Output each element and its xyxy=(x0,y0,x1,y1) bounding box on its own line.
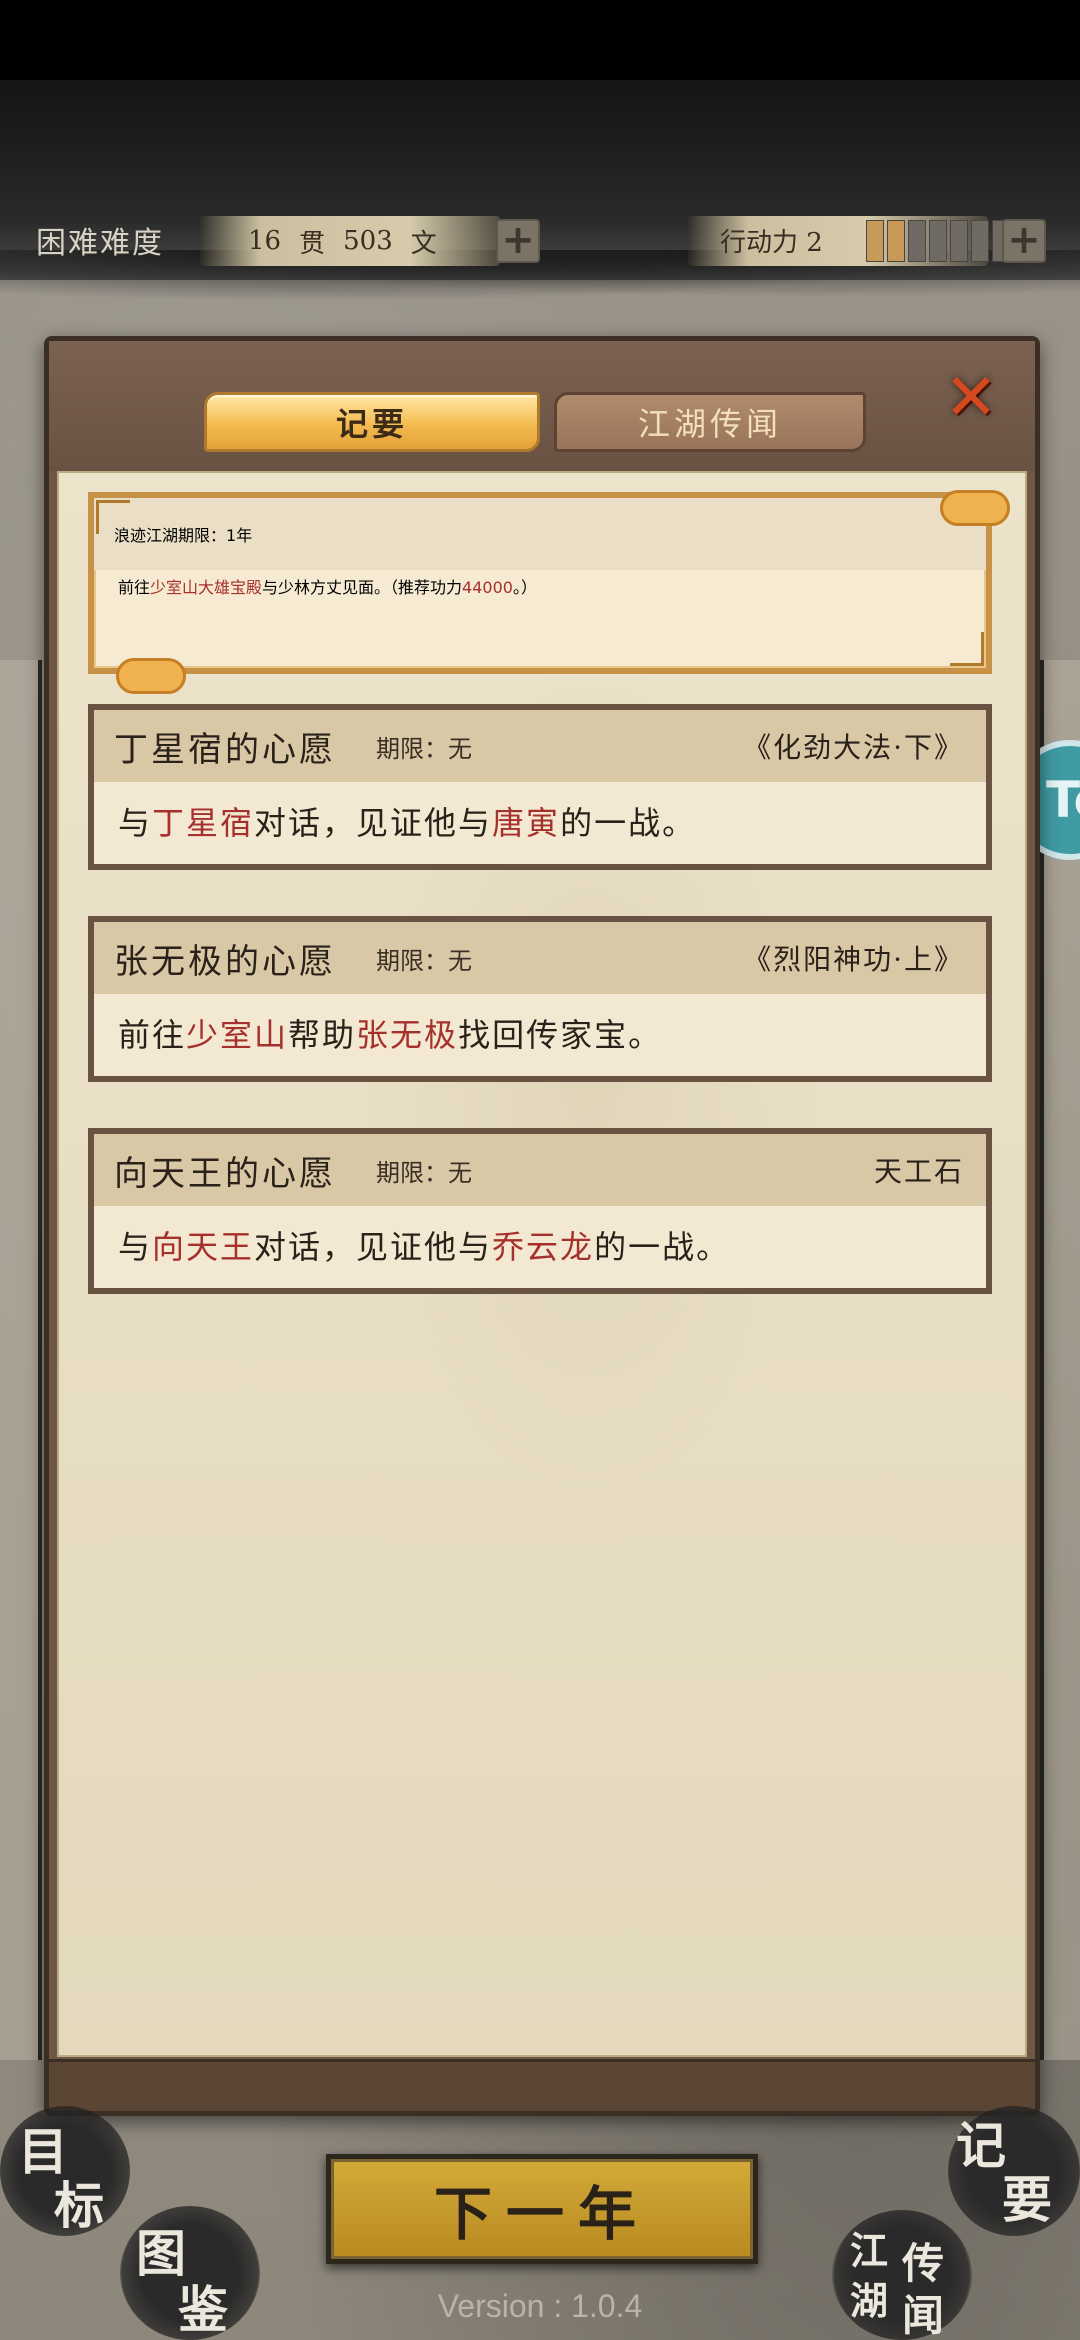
corner-ornament xyxy=(96,500,130,534)
panel-footer xyxy=(49,2059,1035,2111)
action-segment xyxy=(929,220,947,262)
desc-text: 帮助 xyxy=(288,1016,357,1054)
quest-reward: 《化劲大法·下》 xyxy=(743,731,964,764)
difficulty-label: 困难难度 xyxy=(36,226,164,261)
action-points-segments xyxy=(866,220,1010,262)
quest-title: 向天王的心愿 xyxy=(114,1153,336,1194)
quest-card[interactable]: 张无极的心愿 期限：无 《烈阳神功·上》 前往少室山帮助张无极找回传家宝。 xyxy=(88,916,992,1082)
panel-header xyxy=(49,341,1035,471)
desc-npc: 丁星宿 xyxy=(152,804,255,842)
money-wen-value: 503 xyxy=(343,226,393,256)
quest-description: 与向天王对话，见证他与乔云龙的一战。 xyxy=(94,1206,986,1288)
tab-notes[interactable]: 记要 xyxy=(204,392,540,452)
desc-text: 的一战。 xyxy=(560,804,697,842)
status-bar-area xyxy=(0,0,1080,80)
quest-reward: 天工石 xyxy=(873,1155,964,1188)
next-year-button[interactable]: 下一年 xyxy=(326,2154,758,2264)
notes-button[interactable]: 记 要 xyxy=(948,2106,1080,2236)
quest-period: 期限：无 xyxy=(376,734,472,763)
cloud-ornament xyxy=(940,490,1010,526)
quest-description: 前往少室山大雄宝殿与少林方丈见面。（推荐功力44000。） xyxy=(94,570,998,602)
corner-ornament xyxy=(950,632,984,666)
add-money-button[interactable]: + xyxy=(496,219,540,263)
desc-text: 前往 xyxy=(118,578,151,597)
quest-title: 丁星宿的心愿 xyxy=(114,729,336,770)
right-scroll-decoration xyxy=(1040,660,1080,2060)
quest-head: 丁星宿的心愿 期限：无 《化劲大法·下》 xyxy=(94,710,986,782)
goal-label: 标 xyxy=(54,2176,104,2235)
desc-text: 找回传家宝。 xyxy=(458,1016,663,1054)
quest-reward: 《烈阳神功·上》 xyxy=(743,943,964,976)
goal-button[interactable]: 目 标 xyxy=(0,2106,130,2236)
quest-title: 张无极的心愿 xyxy=(114,941,336,982)
desc-npc: 唐寅 xyxy=(492,804,561,842)
desc-npc: 张无极 xyxy=(356,1016,459,1054)
action-points-label: 行动力 2 xyxy=(720,228,823,258)
desc-power: 44000 xyxy=(462,578,513,597)
quest-head: 向天王的心愿 期限：无 天工石 xyxy=(94,1134,986,1206)
action-segment xyxy=(971,220,989,262)
action-segment xyxy=(887,220,905,262)
action-segment xyxy=(950,220,968,262)
rumors-label: 江 xyxy=(850,2228,889,2273)
version-label: Version : 1.0.4 xyxy=(437,2288,643,2324)
desc-text: 的一战。 xyxy=(594,1228,731,1266)
close-icon[interactable]: ✕ xyxy=(940,366,1002,430)
desc-text: 。） xyxy=(512,578,537,597)
desc-text: 对话，见证他与 xyxy=(254,1228,493,1266)
desc-location: 少室山 xyxy=(186,1016,289,1054)
quest-head: 浪迹江湖 期限：1年 xyxy=(94,498,986,570)
desc-npc: 向天王 xyxy=(152,1228,255,1266)
desc-npc: 乔云龙 xyxy=(492,1228,595,1266)
left-scroll-decoration xyxy=(0,660,42,2060)
notes-label: 记 xyxy=(956,2116,1006,2175)
add-action-button[interactable]: + xyxy=(1002,219,1046,263)
quest-period: 期限：1年 xyxy=(178,526,253,545)
desc-text: 对话，见证他与 xyxy=(254,804,493,842)
money-guan-value: 16 xyxy=(248,226,282,256)
quest-head: 张无极的心愿 期限：无 《烈阳神功·上》 xyxy=(94,922,986,994)
action-segment xyxy=(866,220,884,262)
cloud-ornament xyxy=(116,658,186,694)
game-screen: 困难难度 16 贯 503 文 + 行动力 2 + To 记要 江湖传闻 ✕ 浪… xyxy=(0,0,1080,2340)
desc-text: 与 xyxy=(118,804,153,842)
quest-card[interactable]: 向天王的心愿 期限：无 天工石 与向天王对话，见证他与乔云龙的一战。 xyxy=(88,1128,992,1294)
quest-description: 与丁星宿对话，见证他与唐寅的一战。 xyxy=(94,782,986,864)
desc-text: 与 xyxy=(118,1228,153,1266)
money-guan-unit: 贯 xyxy=(299,228,326,259)
desc-location: 少室山大雄宝殿 xyxy=(150,578,263,597)
quest-period: 期限：无 xyxy=(376,946,472,975)
tab-rumors[interactable]: 江湖传闻 xyxy=(554,392,866,452)
quest-card-main[interactable]: 浪迹江湖 期限：1年 前往少室山大雄宝殿与少林方丈见面。（推荐功力44000。） xyxy=(88,492,992,674)
notes-label: 要 xyxy=(1002,2170,1052,2229)
money-wen-unit: 文 xyxy=(410,228,437,259)
money-display: 16 贯 503 文 xyxy=(200,216,500,266)
action-segment xyxy=(908,220,926,262)
desc-text: 前往 xyxy=(118,1016,187,1054)
quest-description: 前往少室山帮助张无极找回传家宝。 xyxy=(94,994,986,1076)
quest-card[interactable]: 丁星宿的心愿 期限：无 《化劲大法·下》 与丁星宿对话，见证他与唐寅的一战。 xyxy=(88,704,992,870)
quest-period: 期限：无 xyxy=(376,1158,472,1187)
desc-text: 与少林方丈见面。（推荐功力 xyxy=(262,578,463,597)
